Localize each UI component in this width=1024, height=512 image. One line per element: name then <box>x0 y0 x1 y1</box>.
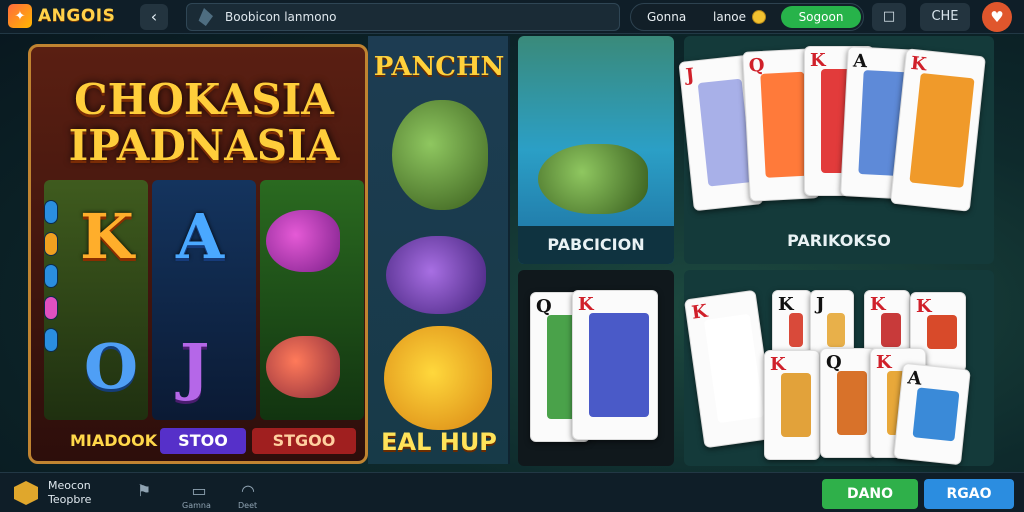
card-art <box>912 387 960 442</box>
card-art <box>760 71 810 178</box>
card-game-tile-bottom[interactable]: KKJKKKQKA <box>683 270 994 466</box>
card-rank: J <box>684 64 696 87</box>
playing-card: K <box>572 290 658 440</box>
card-rank: K <box>578 294 594 315</box>
slot-title-line2: IPADNASIA <box>68 121 340 170</box>
top-bar: ✦ ANGOIS ‹ Boobicon lanmono Gonna lanoe … <box>0 0 1024 34</box>
gem-icon <box>44 328 58 352</box>
game-lobby: ✦ ANGOIS ‹ Boobicon lanmono Gonna lanoe … <box>0 0 1024 512</box>
pill-c-button[interactable]: Sogoon <box>781 6 861 28</box>
bottom-bar: Meocon Teopbre ⚑ ▭ Gamna ◠ Deet DANO RGA… <box>0 472 1024 512</box>
pufferfish-icon <box>384 326 492 430</box>
card-art <box>837 371 867 435</box>
balance-pill-group: Gonna lanoe Sogoon <box>630 3 864 31</box>
card-game-tile-small[interactable]: QK <box>518 270 674 466</box>
footer-text-line2: Teopbre <box>48 493 92 506</box>
slot-symbol-j: J <box>180 330 210 403</box>
fishing-game-label: PABCICION <box>518 226 674 264</box>
play-button[interactable]: DANO <box>822 479 918 509</box>
card-rank: K <box>870 294 886 315</box>
bass-fish-icon <box>392 100 488 210</box>
card-rank: Q <box>536 296 552 317</box>
card-rank: K <box>876 352 892 373</box>
playing-card: K <box>764 350 820 460</box>
slot-title: CHOKASIA IPADNASIA <box>39 77 369 169</box>
card-rank: K <box>778 294 794 315</box>
fish-icon <box>266 336 340 398</box>
footer-text-line1: Meocon <box>48 479 91 492</box>
card-rank: K <box>909 52 928 76</box>
logo-icon: ✦ <box>8 4 32 28</box>
card-rank: A <box>852 50 868 73</box>
gamepad-icon[interactable]: ▭ <box>186 481 212 503</box>
card-rank: J <box>816 294 825 315</box>
card-art <box>881 313 901 347</box>
gem-column <box>44 200 58 390</box>
card-art <box>589 313 649 417</box>
card-game-tile-top[interactable]: JQKAK PARIKOKSO <box>678 36 994 264</box>
cube-icon[interactable] <box>14 481 38 505</box>
reel-label-2: STOO <box>160 428 246 454</box>
slot-symbol-k: K <box>80 200 134 273</box>
flag-icon[interactable]: ⚑ <box>132 481 156 503</box>
card-rank: Q <box>826 352 842 373</box>
playing-card: A <box>893 362 971 466</box>
coin-icon <box>752 10 767 24</box>
secondary-button[interactable]: RGAO <box>924 479 1014 509</box>
slot-symbol-o: O <box>84 330 139 403</box>
logo[interactable]: ✦ ANGOIS <box>8 4 115 28</box>
purple-fish-icon <box>386 236 486 314</box>
fish-game-tile[interactable]: PANCHN EAL HUP <box>368 36 510 464</box>
card-art <box>781 373 811 437</box>
gem-icon <box>44 264 58 288</box>
card-art <box>703 313 764 424</box>
playing-card: Q <box>820 348 876 458</box>
card-game-label: PARIKOKSO <box>787 231 891 250</box>
pill-a-label[interactable]: Gonna <box>647 10 686 24</box>
footer-text: Meocon Teopbre <box>48 479 91 507</box>
user-icon: ♥ <box>990 8 1004 26</box>
card-art <box>789 313 803 347</box>
reel-label-3: STGOO <box>252 428 356 454</box>
fish-game-title: PANCHN <box>373 52 505 82</box>
gem-icon <box>44 200 58 224</box>
search-text: Boobicon lanmono <box>225 10 337 24</box>
card-art <box>927 315 957 349</box>
card-art <box>909 72 975 188</box>
wifi-icon[interactable]: ◠ <box>236 481 260 503</box>
back-button[interactable]: ‹ <box>140 4 168 30</box>
search-bar[interactable]: Boobicon lanmono <box>186 3 620 31</box>
pill-b[interactable]: lanoe <box>713 10 767 24</box>
wifi-label: Deet <box>238 501 258 510</box>
card-rank: A <box>906 367 923 390</box>
playing-card: K <box>683 289 777 449</box>
chevron-left-icon: ‹ <box>150 7 158 26</box>
che-button[interactable]: CHE <box>920 3 970 31</box>
card-rank: K <box>916 296 932 317</box>
card-rank: K <box>770 354 786 375</box>
window-icon: □ <box>882 9 896 24</box>
window-icon-button[interactable]: □ <box>872 3 906 31</box>
card-art <box>827 313 845 347</box>
slot-symbol-a: A <box>176 200 225 273</box>
avatar[interactable]: ♥ <box>982 2 1012 32</box>
che-label: CHE <box>931 9 959 24</box>
reel-label-1: MIADOOK <box>70 431 158 450</box>
fishing-game-tile[interactable]: PABCICION <box>518 36 674 264</box>
pill-b-label: lanoe <box>713 10 747 24</box>
slot-title-line1: CHOKASIA <box>74 75 334 124</box>
reel-labels: MIADOOK STOO STGOO <box>62 428 356 454</box>
pufferfish-icon <box>266 210 340 272</box>
playing-card: K <box>890 48 986 212</box>
gamepad-label: Gamna <box>182 501 211 510</box>
fish-game-label: EAL HUP <box>381 428 497 456</box>
fish-icon <box>538 144 648 214</box>
gem-icon <box>44 296 58 320</box>
card-rank: K <box>810 50 826 71</box>
search-icon <box>198 8 213 26</box>
logo-text: ANGOIS <box>38 6 116 26</box>
gem-icon <box>44 232 58 256</box>
